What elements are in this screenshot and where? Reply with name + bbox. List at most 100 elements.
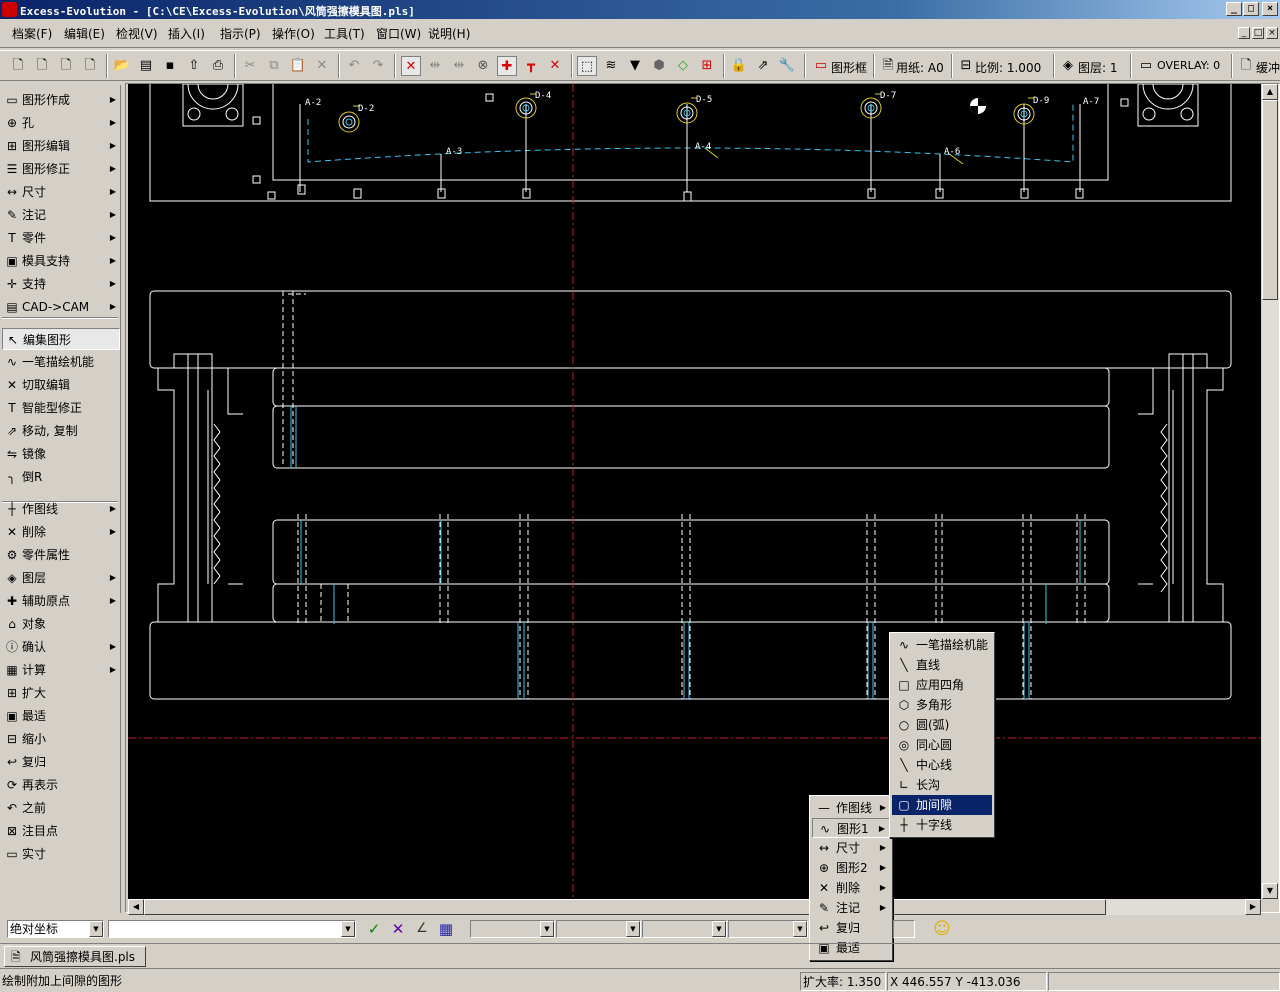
menu-item-dimension[interactable]: ↔ 尺寸 ▶: [812, 838, 890, 858]
grid-snap-icon[interactable]: ⊞: [697, 56, 717, 76]
command-input[interactable]: ▼: [108, 920, 356, 938]
layer-value[interactable]: 图层: 1: [1078, 59, 1118, 76]
sidebar-item-origin[interactable]: ✚ 辅助原点 ▶: [2, 590, 120, 612]
menu-tools[interactable]: 工具(T): [324, 25, 365, 42]
sidebar-item-pointer[interactable]: ↖ 编集图形: [2, 328, 120, 350]
snap-off-icon[interactable]: ✕: [401, 56, 421, 76]
lock-icon[interactable]: 🔒: [729, 56, 749, 76]
sidebar-item-zoom-in[interactable]: ⊞ 扩大: [2, 682, 120, 704]
drawing-canvas[interactable]: A-2 D-2 D-4 D-5 D-7 D-9 A-7 A-3 A-4 A-6: [128, 84, 1261, 899]
document-tab[interactable]: 🗎 风筒强擦模具图.pls: [4, 946, 146, 967]
paper-size[interactable]: 用纸: A0: [896, 59, 944, 76]
overlay-value[interactable]: OVERLAY: 0: [1157, 59, 1220, 72]
sidebar-item-hole[interactable]: ⊕ 孔 ▶: [2, 112, 120, 134]
menu-item-slot[interactable]: ∟ 长沟: [892, 775, 992, 795]
snap-intersection-icon[interactable]: ✚: [497, 56, 517, 76]
empty-combo-2[interactable]: ▼: [556, 920, 641, 938]
cut-icon[interactable]: ✂: [240, 56, 260, 76]
sidebar-item-restore[interactable]: ↩ 复归: [2, 751, 120, 773]
sidebar-item-shape-edit[interactable]: ⊞ 图形编辑 ▶: [2, 135, 120, 157]
sidebar-item-object[interactable]: ⌂ 对象: [2, 613, 120, 635]
delete-icon[interactable]: ✕: [312, 56, 332, 76]
sidebar-item-calc[interactable]: ▦ 计算 ▶: [2, 659, 120, 681]
sidebar-item-rect[interactable]: ▭ 图形作成 ▶: [2, 89, 120, 111]
undo-icon[interactable]: ↶: [344, 56, 364, 76]
menu-item-concentric[interactable]: ◎ 同心圆: [892, 735, 992, 755]
solid-icon[interactable]: ⬢: [649, 56, 669, 76]
sidebar-item-cadcam[interactable]: ▤ CAD->CAM ▶: [2, 296, 120, 318]
menu-item-rectangle[interactable]: □ 应用四角: [892, 675, 992, 695]
redo-icon[interactable]: ↷: [368, 56, 388, 76]
sidebar-item-polyline[interactable]: ∿ 一笔描绘机能: [2, 351, 120, 373]
copy-icon[interactable]: ⧉: [264, 56, 284, 76]
maximize-button[interactable]: □: [1243, 2, 1259, 16]
coordinate-mode-select[interactable]: 绝对坐标 ▼: [7, 920, 104, 938]
sidebar-item-move-copy[interactable]: ⇗ 移动, 复制: [2, 420, 120, 442]
menu-item-centerline[interactable]: ╲ 中心线: [892, 755, 992, 775]
frame-button[interactable]: 图形框: [831, 59, 867, 76]
smiley-icon[interactable]: ☺: [932, 919, 952, 939]
new-doc-icon[interactable]: 🗋: [32, 56, 52, 76]
menu-item-polyline[interactable]: ∿ 一笔描绘机能: [892, 635, 992, 655]
cancel-button[interactable]: ✕: [388, 919, 408, 939]
filter-icon[interactable]: ▼: [625, 56, 645, 76]
sidebar-item-part-attr[interactable]: ⚙ 零件属性: [2, 544, 120, 566]
chevron-down-icon[interactable]: ▼: [89, 921, 103, 937]
diamond-icon[interactable]: ◇: [673, 56, 693, 76]
menu-item-crosshair[interactable]: ┼ 十字线: [892, 815, 992, 835]
menu-point[interactable]: 指示(P): [220, 25, 261, 42]
menu-insert[interactable]: 插入(I): [168, 25, 205, 42]
menu-item-shape2[interactable]: ⊕ 图形2 ▶: [812, 858, 890, 878]
select-window-icon[interactable]: ⬚: [577, 56, 597, 76]
sidebar-item-redraw[interactable]: ⟳ 再表示: [2, 774, 120, 796]
sidebar-item-layer[interactable]: ◈ 图层 ▶: [2, 567, 120, 589]
menu-operate[interactable]: 操作(O): [272, 25, 315, 42]
wrench-icon[interactable]: 🔧: [777, 56, 797, 76]
print-icon[interactable]: ⎙: [208, 56, 228, 76]
menu-item-clearance[interactable]: ▢ 加间隙: [892, 795, 992, 815]
sidebar-item-cut[interactable]: ✕ 切取编辑: [2, 374, 120, 396]
sidebar-item-zoom-out[interactable]: ⊟ 缩小: [2, 728, 120, 750]
mdi-minimize-button[interactable]: _: [1238, 27, 1250, 39]
menu-item-delete[interactable]: ✕ 削除 ▶: [812, 878, 890, 898]
paste-icon[interactable]: 📋: [288, 56, 308, 76]
sidebar-item-annotation[interactable]: ✎ 注记 ▶: [2, 204, 120, 226]
menu-help[interactable]: 说明(H): [428, 25, 470, 42]
empty-field[interactable]: [893, 920, 915, 938]
empty-combo-3[interactable]: ▼: [642, 920, 727, 938]
menu-view[interactable]: 检视(V): [116, 25, 158, 42]
snap-perpendicular-icon[interactable]: ┳: [521, 56, 541, 76]
snap-midpoint-icon[interactable]: ⇹: [449, 56, 469, 76]
angle-icon[interactable]: ∠: [412, 919, 432, 939]
menu-item-line[interactable]: ╲ 直线: [892, 655, 992, 675]
menu-edit[interactable]: 编辑(E): [64, 25, 105, 42]
snap-endpoint-icon[interactable]: ⇹: [425, 56, 445, 76]
export-icon[interactable]: ⇧: [184, 56, 204, 76]
menu-item-construction-line[interactable]: — 作图线 ▶: [812, 798, 890, 818]
menu-item-polygon[interactable]: ⬡ 多角形: [892, 695, 992, 715]
vertical-scrollbar[interactable]: ▲ ▼: [1262, 84, 1279, 899]
menu-file[interactable]: 档案(F): [12, 25, 52, 42]
page-icon[interactable]: 🗋: [80, 56, 100, 76]
snap-grid-icon[interactable]: ✕: [545, 56, 565, 76]
sidebar-item-dimension[interactable]: ↔ 尺寸 ▶: [2, 181, 120, 203]
import-icon[interactable]: ▤: [136, 56, 156, 76]
sidebar-item-part[interactable]: T 零件 ▶: [2, 227, 120, 249]
sidebar-item-info[interactable]: ⓘ 确认 ▶: [2, 636, 120, 658]
sidebar-item-previous[interactable]: ↶ 之前: [2, 797, 120, 819]
scroll-up-arrow-icon[interactable]: ▲: [1262, 84, 1278, 100]
snap-circle-icon[interactable]: ⊗: [473, 56, 493, 76]
buffer-button[interactable]: 缓冲: [1256, 59, 1280, 76]
sidebar-item-construction-line[interactable]: ┼ 作图线 ▶: [2, 498, 120, 520]
sidebar-item-focus[interactable]: ⊠ 注目点: [2, 820, 120, 842]
chevron-down-icon[interactable]: ▼: [341, 921, 355, 937]
open-folder-icon[interactable]: 📂: [112, 56, 132, 76]
ok-button[interactable]: ✓: [364, 919, 384, 939]
layer-stack-icon[interactable]: ≋: [601, 56, 621, 76]
sidebar-item-actual-size[interactable]: ▭ 实寸: [2, 843, 120, 865]
scale-value[interactable]: 比例: 1.000: [975, 59, 1041, 76]
empty-combo-1[interactable]: ▼: [470, 920, 555, 938]
empty-combo-4[interactable]: ▼: [728, 920, 808, 938]
send-icon[interactable]: ⇗: [753, 56, 773, 76]
menu-item-shape1[interactable]: ∿ 图形1 ▶: [812, 818, 890, 838]
